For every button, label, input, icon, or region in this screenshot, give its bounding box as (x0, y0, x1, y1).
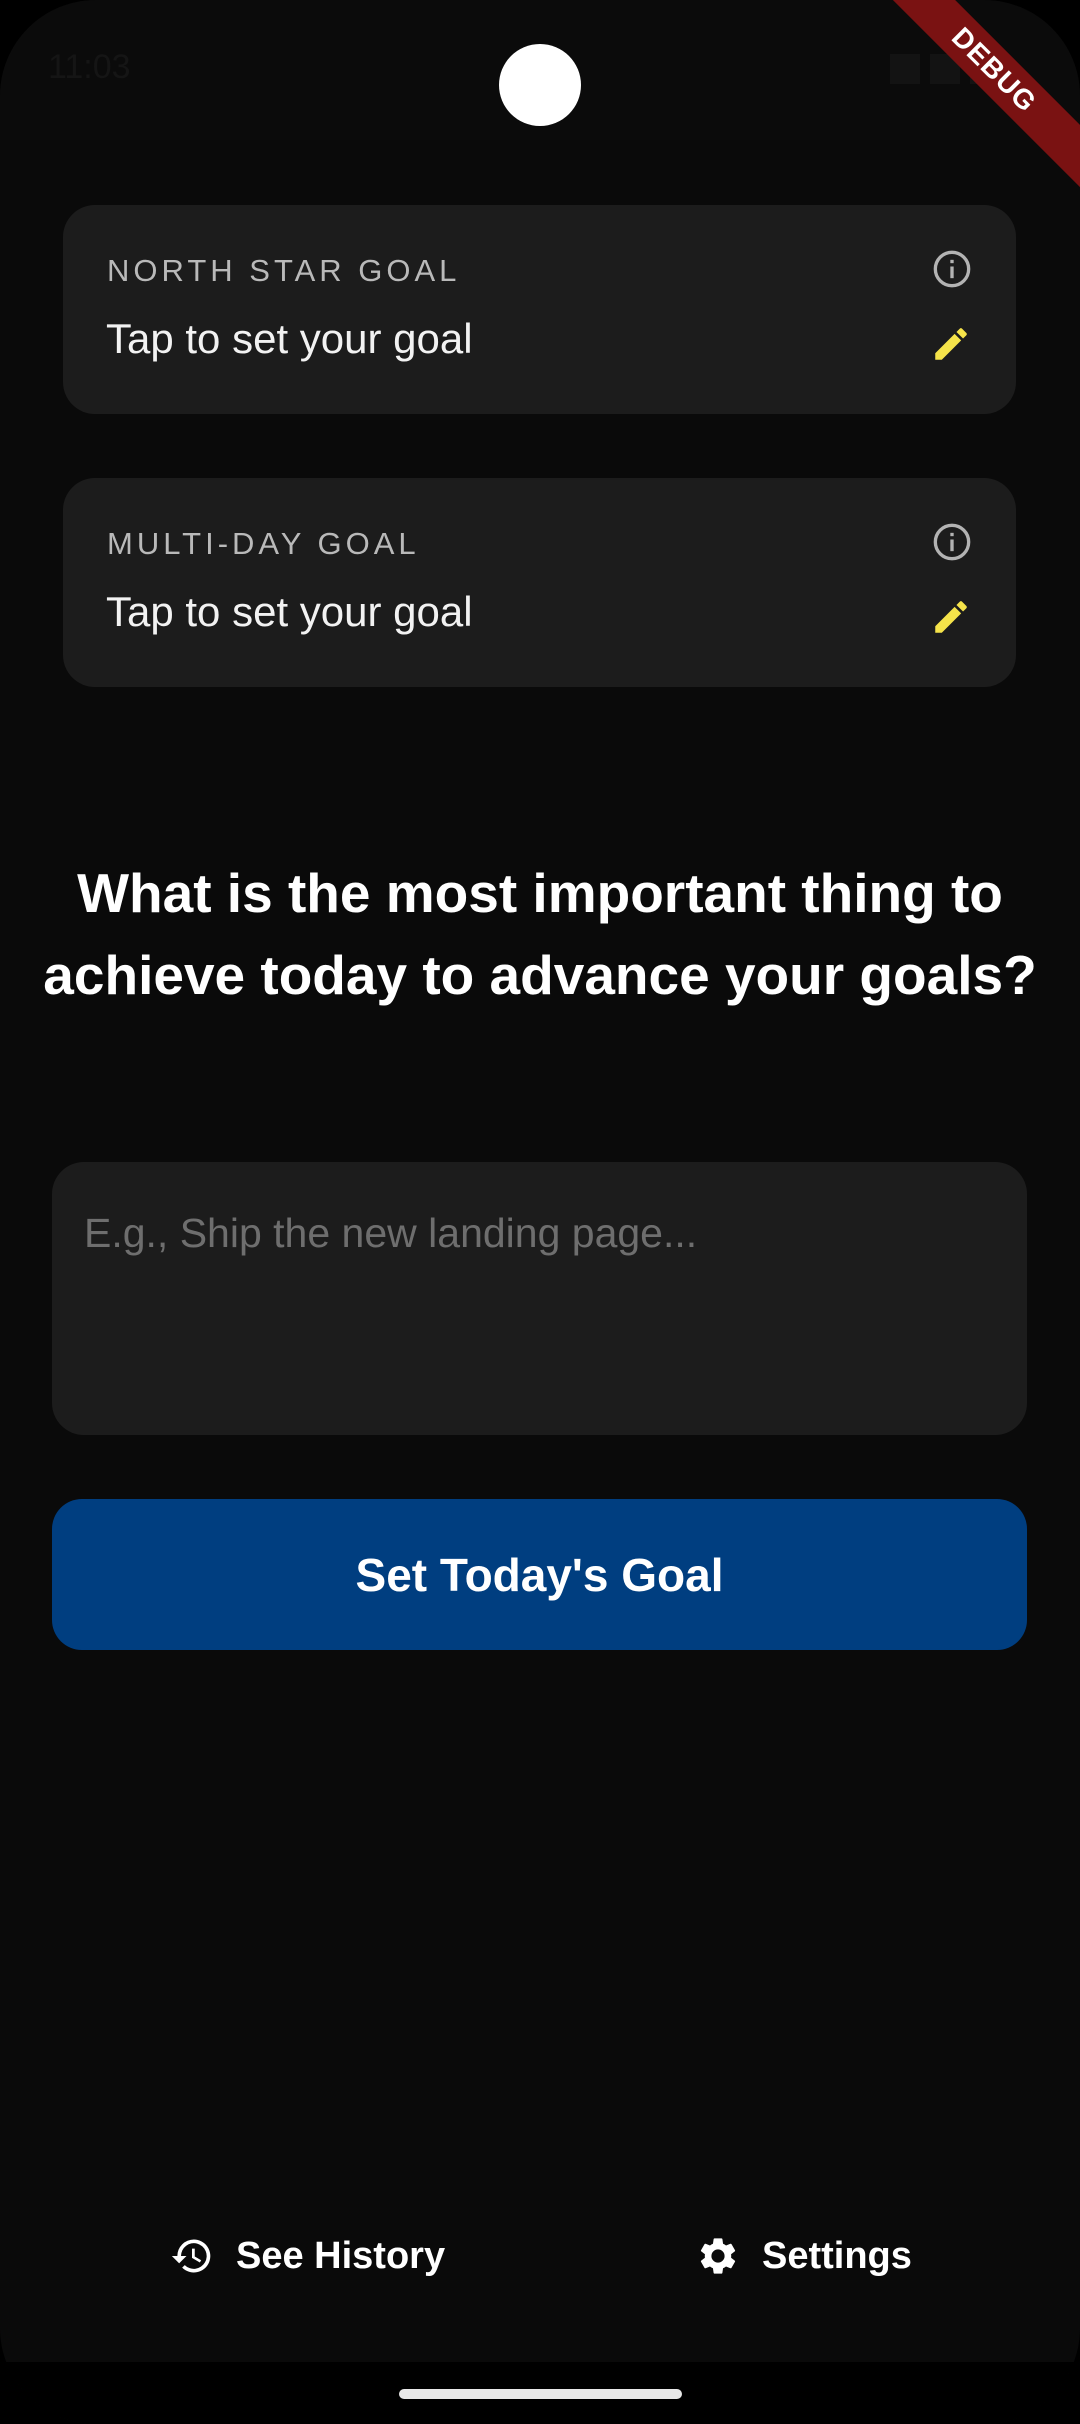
see-history-button[interactable]: See History (170, 2228, 445, 2284)
set-todays-goal-button[interactable]: Set Today's Goal (52, 1499, 1027, 1650)
today-goal-input[interactable] (52, 1162, 1027, 1435)
status-time: 11:03 (48, 48, 131, 86)
settings-button[interactable]: Settings (696, 2228, 912, 2284)
north-star-goal-label: NORTH STAR GOAL (107, 253, 461, 288)
home-indicator[interactable] (399, 2389, 682, 2399)
multi-day-goal-card[interactable]: MULTI-DAY GOAL Tap to set your goal (63, 478, 1016, 687)
wifi-icon (890, 54, 920, 84)
multi-day-goal-label: MULTI-DAY GOAL (107, 526, 420, 561)
info-icon[interactable] (932, 249, 972, 289)
north-star-goal-value: Tap to set your goal (106, 315, 473, 362)
edit-pencil-icon[interactable] (930, 323, 972, 365)
gear-icon (700, 2238, 736, 2274)
see-history-label: See History (236, 2234, 446, 2277)
camera-cutout (499, 44, 581, 126)
history-icon (171, 2239, 211, 2273)
settings-label: Settings (762, 2234, 912, 2277)
app-screen: 11:03 DEBUG NORTH STAR GOAL Tap to set y… (0, 0, 1080, 2424)
north-star-goal-card[interactable]: NORTH STAR GOAL Tap to set your goal (63, 205, 1016, 414)
daily-question-heading: What is the most important thing to achi… (43, 862, 1037, 1006)
info-icon[interactable] (932, 522, 972, 562)
edit-pencil-icon[interactable] (930, 596, 972, 638)
multi-day-goal-value: Tap to set your goal (106, 588, 473, 635)
